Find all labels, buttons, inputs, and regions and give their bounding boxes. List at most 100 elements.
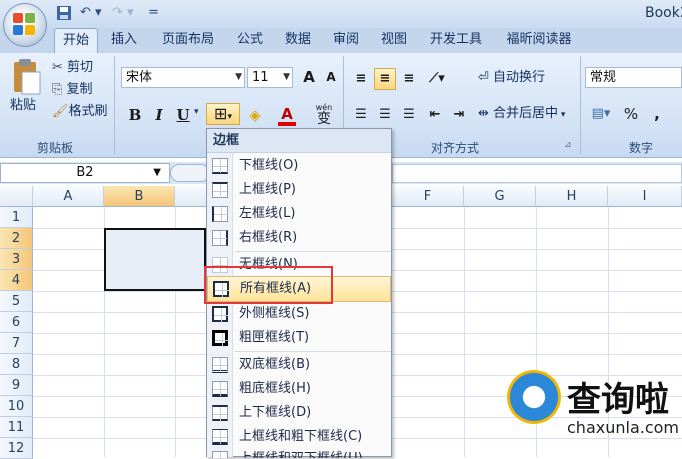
align-bottom-icon[interactable]: ≡ — [398, 68, 420, 90]
increase-indent-icon[interactable]: ⇥ — [448, 104, 470, 126]
menu-item-thick-bottom-border[interactable]: 粗底框线(H) — [207, 377, 391, 401]
menu-item-double-bottom-border[interactable]: 双底框线(B) — [207, 353, 391, 377]
bold-button[interactable]: B — [124, 104, 146, 126]
row-header[interactable]: 5 — [0, 291, 33, 312]
tab-page-layout[interactable]: 页面布局 — [152, 28, 224, 53]
format-painter-button[interactable]: 🖌格式刷 — [52, 102, 108, 124]
borders-icon: ⊞ — [214, 104, 228, 123]
paste-icon[interactable] — [6, 58, 44, 100]
tab-view[interactable]: 视图 — [372, 28, 416, 53]
column-header[interactable]: G — [464, 186, 536, 207]
tab-foxit[interactable]: 福昕阅读器 — [496, 28, 582, 53]
menu-item-thick-box-border[interactable]: 粗匣框线(T) — [207, 326, 391, 350]
row-header[interactable]: 6 — [0, 312, 33, 333]
menu-item-top-border[interactable]: 上框线(P) — [207, 178, 391, 202]
top-thick-bottom-border-icon — [212, 429, 228, 445]
cut-label: 剪切 — [67, 60, 94, 75]
merge-center-button[interactable]: ⇹ 合并后居中 ▾ — [478, 104, 565, 126]
row-header[interactable]: 11 — [0, 417, 33, 438]
menu-item-bottom-border[interactable]: 下框线(O) — [207, 154, 391, 178]
menu-item-top-double-bottom-border[interactable]: 上框线和双下框线(U) — [207, 447, 391, 458]
font-name-combo[interactable]: 宋体 ▼ — [121, 67, 245, 88]
undo-icon[interactable]: ↶ ▾ — [80, 5, 102, 23]
wrap-text-button[interactable]: ⏎ 自动换行 — [478, 68, 545, 90]
row-header[interactable]: 2 — [0, 228, 33, 249]
copy-button[interactable]: ⎘ 复制 — [52, 80, 93, 102]
row-header[interactable]: 3 — [0, 249, 33, 270]
tab-formulas[interactable]: 公式 — [228, 28, 272, 53]
menu-separator — [235, 351, 391, 352]
window-title: Book2 — [645, 5, 682, 21]
underline-dropdown-icon[interactable]: ▾ — [194, 107, 199, 117]
formula-input[interactable] — [392, 164, 682, 183]
column-header[interactable]: B — [104, 186, 175, 207]
decrease-indent-icon[interactable]: ⇤ — [424, 104, 446, 126]
name-box[interactable]: B2 ▼ — [0, 163, 170, 183]
row-header[interactable]: 9 — [0, 375, 33, 396]
underline-button[interactable]: U — [172, 104, 194, 126]
tab-home[interactable]: 开始 — [54, 28, 98, 53]
fill-color-icon[interactable]: ◈ — [244, 104, 266, 126]
name-box-value: B2 — [76, 165, 94, 180]
paste-button[interactable]: 粘贴 — [10, 96, 36, 118]
menu-item-outside-borders[interactable]: 外侧框线(S) — [207, 302, 391, 326]
column-header[interactable]: I — [608, 186, 682, 207]
shrink-font-label: A — [326, 70, 336, 84]
grow-font-button[interactable]: A — [298, 66, 320, 88]
clipboard-group-label: 剪贴板 — [36, 141, 73, 155]
align-left-icon[interactable]: ☰ — [350, 104, 372, 126]
font-color-swatch — [278, 122, 296, 126]
dialog-launcher-icon[interactable]: ⊿ — [564, 140, 572, 150]
align-middle-icon[interactable]: ≡ — [374, 68, 396, 90]
row-header[interactable]: 1 — [0, 207, 33, 228]
merge-label: 合并后居中 — [493, 106, 559, 121]
selected-range[interactable] — [104, 228, 206, 291]
column-header[interactable]: A — [33, 186, 104, 207]
comma-button[interactable]: , — [646, 103, 668, 125]
save-icon[interactable] — [56, 5, 72, 23]
tab-data[interactable]: 数据 — [276, 28, 320, 53]
row-header[interactable]: 4 — [0, 270, 33, 291]
top-border-icon — [212, 182, 228, 198]
row-header[interactable]: 8 — [0, 354, 33, 375]
shrink-font-button[interactable]: A — [320, 66, 342, 88]
dropdown-arrow-icon: ▼ — [153, 167, 161, 178]
highlight-callout — [204, 266, 333, 304]
redo-icon[interactable]: ↷ ▾ — [112, 5, 134, 23]
cut-button[interactable]: ✂ 剪切 — [52, 58, 93, 80]
office-button[interactable] — [3, 3, 47, 47]
tab-insert[interactable]: 插入 — [102, 28, 146, 53]
phonetic-button[interactable]: wén 变 — [308, 103, 340, 129]
menu-item-left-border[interactable]: 左框线(L) — [207, 202, 391, 226]
borders-button[interactable]: ⊞▾ — [206, 103, 240, 125]
copy-label: 复制 — [66, 82, 93, 97]
row-header[interactable]: 12 — [0, 438, 33, 459]
menu-item-label: 下框线(O) — [239, 158, 299, 173]
qat-customize-icon[interactable]: = — [148, 5, 159, 23]
font-size-combo[interactable]: 11 ▼ — [247, 67, 293, 88]
select-all-corner[interactable] — [0, 186, 33, 207]
align-center-icon[interactable]: ☰ — [374, 104, 396, 126]
column-header[interactable]: H — [536, 186, 608, 207]
formula-bar-splitter[interactable] — [170, 164, 210, 182]
percent-button[interactable]: % — [620, 103, 642, 125]
row-header[interactable]: 7 — [0, 333, 33, 354]
accounting-format-icon[interactable]: ▤▾ — [586, 103, 616, 125]
italic-button[interactable]: I — [148, 104, 170, 126]
row-header[interactable]: 10 — [0, 396, 33, 417]
number-format-combo[interactable]: 常规 — [585, 67, 682, 88]
menu-item-top-thick-bottom-border[interactable]: 上框线和粗下框线(C) — [207, 425, 391, 449]
column-header[interactable]: F — [392, 186, 464, 207]
tab-developer[interactable]: 开发工具 — [420, 28, 492, 53]
align-top-icon[interactable]: ≡ — [350, 68, 372, 90]
menu-separator — [235, 251, 391, 252]
text-orientation-icon[interactable]: ⟋▾ — [422, 68, 452, 90]
align-right-icon[interactable]: ☰ — [398, 104, 420, 126]
menu-item-right-border[interactable]: 右框线(R) — [207, 226, 391, 250]
menu-item-label: 左框线(L) — [239, 206, 296, 221]
tab-review[interactable]: 审阅 — [324, 28, 368, 53]
copy-icon: ⎘ — [52, 82, 67, 97]
number-format-value: 常规 — [590, 70, 617, 85]
menu-item-top-bottom-border[interactable]: 上下框线(D) — [207, 401, 391, 425]
number-group-label: 数字 — [628, 141, 653, 155]
